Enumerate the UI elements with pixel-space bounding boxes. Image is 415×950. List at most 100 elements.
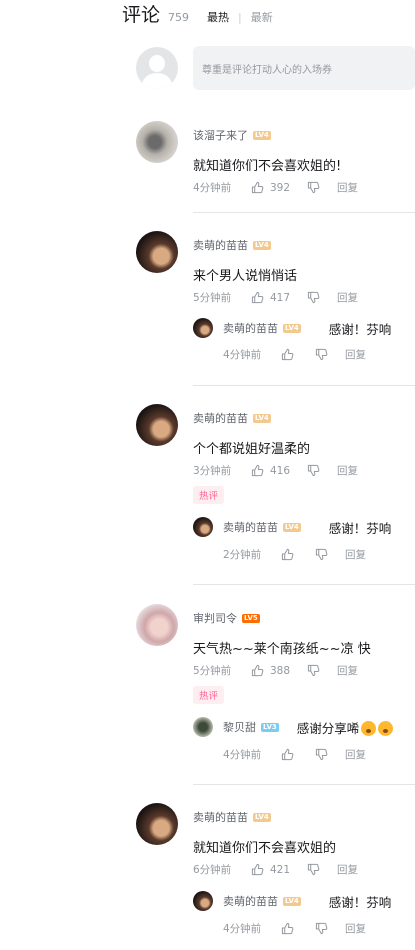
my-avatar[interactable]: [136, 47, 178, 89]
user-avatar[interactable]: [136, 121, 178, 163]
comment-input-row: 尊重是评论打动人心的入场券: [136, 46, 415, 90]
reply-text: 感谢！芬响: [328, 321, 392, 337]
thumbs-down-icon: [307, 291, 337, 304]
level-badge: LV4: [253, 812, 271, 822]
comment-divider: [193, 385, 415, 386]
reply-avatar[interactable]: [193, 891, 213, 911]
sort-new-tab[interactable]: 最新: [251, 9, 273, 25]
level-badge: LV4: [253, 130, 271, 140]
shocked-emoji-icon: [361, 720, 377, 736]
like-button[interactable]: [281, 748, 315, 761]
comment-item: 卖萌的苗苗 LV4 就知道你们不会喜欢姐的 6分钟前 421 回复 卖萌的苗苗 …: [136, 803, 415, 948]
thumbs-up-icon: [281, 922, 294, 935]
comment-time: 6分钟前: [193, 864, 232, 876]
reply-text: 感谢！芬响: [328, 894, 392, 910]
reply-avatar[interactable]: [193, 318, 213, 338]
comment-text: 天气热~~莱个南孩纸~~凉 快: [193, 642, 371, 657]
comment-divider: [193, 784, 415, 785]
comments-title: 评论: [122, 4, 161, 26]
like-button[interactable]: [281, 348, 315, 361]
sort-hot-tab[interactable]: 最热: [207, 9, 229, 25]
reply-text: 感谢分享唏: [296, 720, 360, 736]
reply-time: 4分钟前: [223, 749, 262, 761]
shocked-emoji-icon: [378, 720, 394, 736]
level-badge: LV5: [242, 613, 260, 623]
user-avatar[interactable]: [136, 404, 178, 446]
level-badge: LV4: [283, 896, 301, 906]
like-count: 416: [270, 464, 291, 477]
level-badge: LV4: [283, 522, 301, 532]
like-button[interactable]: 417: [251, 291, 307, 304]
dislike-button[interactable]: [315, 548, 345, 561]
username[interactable]: 卖萌的苗苗: [193, 410, 248, 426]
thumbs-up-icon: [281, 748, 294, 761]
reply-button[interactable]: 回复: [337, 463, 358, 478]
comment-actions: 6分钟前 421 回复: [193, 862, 358, 877]
like-count: 421: [270, 863, 291, 876]
reply-button[interactable]: 回复: [345, 921, 366, 936]
like-button[interactable]: [281, 548, 315, 561]
user-avatar[interactable]: [136, 803, 178, 845]
reply-button[interactable]: 回复: [345, 347, 366, 362]
reply-actions: 4分钟前 回复: [223, 921, 366, 936]
like-button[interactable]: 421: [251, 863, 307, 876]
dislike-button[interactable]: [307, 291, 337, 304]
like-count: 392: [270, 181, 291, 194]
reply-avatar[interactable]: [193, 517, 213, 537]
like-button[interactable]: 416: [251, 464, 307, 477]
comment-time: 4分钟前: [193, 182, 232, 194]
reply-button[interactable]: 回复: [345, 747, 366, 762]
reply-button[interactable]: 回复: [337, 290, 358, 305]
user-avatar[interactable]: [136, 604, 178, 646]
hot-comment-badge: 热评: [193, 686, 224, 704]
reply-username[interactable]: 卖萌的苗苗: [223, 893, 278, 909]
comment-item: 审判司令 LV5 天气热~~莱个南孩纸~~凉 快 5分钟前 388 回复 热评 …: [136, 604, 415, 769]
thumbs-up-icon: [281, 348, 294, 361]
thumbs-up-icon: [251, 863, 264, 876]
dislike-button[interactable]: [307, 863, 337, 876]
comments-count: 759: [168, 11, 190, 24]
dislike-button[interactable]: [307, 664, 337, 677]
comment-text: 就知道你们不会喜欢姐的!: [193, 159, 342, 174]
comment-time: 5分钟前: [193, 665, 232, 677]
thumbs-down-icon: [307, 464, 337, 477]
reply-time: 4分钟前: [223, 923, 262, 935]
like-button[interactable]: 392: [251, 181, 307, 194]
like-button[interactable]: 388: [251, 664, 307, 677]
thumbs-down-icon: [307, 863, 337, 876]
dislike-button[interactable]: [315, 748, 345, 761]
reply-avatar[interactable]: [193, 717, 213, 737]
reply-button[interactable]: 回复: [345, 547, 366, 562]
comment-text: 个个都说姐好温柔的: [193, 442, 311, 457]
username[interactable]: 卖萌的苗苗: [193, 809, 248, 825]
thumbs-down-icon: [315, 748, 345, 761]
comment-time: 5分钟前: [193, 292, 232, 304]
comment-time: 3分钟前: [193, 465, 232, 477]
like-count: 417: [270, 291, 291, 304]
comment-item: 卖萌的苗苗 LV4 个个都说姐好温柔的 3分钟前 416 回复 热评 卖萌的苗苗…: [136, 404, 415, 569]
thumbs-down-icon: [307, 181, 337, 194]
username[interactable]: 该溜子来了: [193, 127, 248, 143]
reply-button[interactable]: 回复: [337, 180, 358, 195]
reply-username[interactable]: 黎贝甜: [223, 719, 256, 735]
reply-username[interactable]: 卖萌的苗苗: [223, 519, 278, 535]
comment-input[interactable]: 尊重是评论打动人心的入场券: [193, 46, 415, 90]
dislike-button[interactable]: [307, 181, 337, 194]
reply-button[interactable]: 回复: [337, 663, 358, 678]
dislike-button[interactable]: [315, 348, 345, 361]
reply-time: 2分钟前: [223, 549, 262, 561]
level-badge: LV4: [253, 413, 271, 423]
thumbs-up-icon: [251, 664, 264, 677]
username[interactable]: 卖萌的苗苗: [193, 237, 248, 253]
dislike-button[interactable]: [315, 922, 345, 935]
like-button[interactable]: [281, 922, 315, 935]
reply-username[interactable]: 卖萌的苗苗: [223, 320, 278, 336]
comment-item: 卖萌的苗苗 LV4 来个男人说悄悄话 5分钟前 417 回复 卖萌的苗苗 LV4…: [136, 231, 415, 371]
username[interactable]: 审判司令: [193, 610, 237, 626]
dislike-button[interactable]: [307, 464, 337, 477]
reply-button[interactable]: 回复: [337, 862, 358, 877]
thumbs-up-icon: [251, 181, 264, 194]
user-avatar[interactable]: [136, 231, 178, 273]
reply-actions: 2分钟前 回复: [223, 547, 366, 562]
thumbs-down-icon: [307, 664, 337, 677]
